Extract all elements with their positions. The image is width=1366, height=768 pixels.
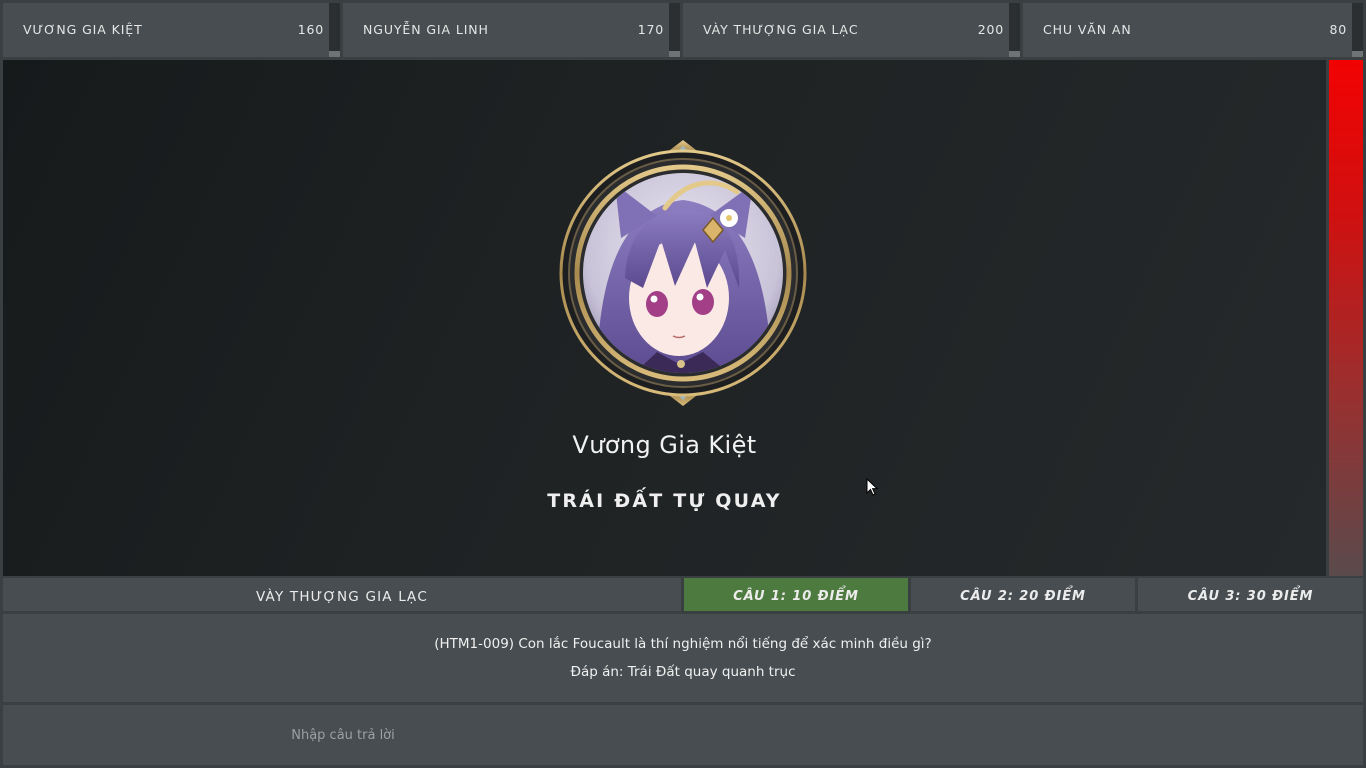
answer-key: Đáp án: Trái Đất quay quanh trục — [570, 664, 796, 680]
timer-fill — [1329, 60, 1363, 576]
timer-bar — [1329, 60, 1363, 576]
player-progress-fill — [1352, 51, 1363, 57]
player-score: 200 — [977, 22, 1004, 37]
answer-input-bar — [3, 705, 1363, 765]
question-tabs-row: VÀY THƯỢNG GIA LẠC CÂU 1: 10 ĐIỂM CÂU 2:… — [3, 578, 1363, 611]
tab-question-1[interactable]: CÂU 1: 10 ĐIỂM — [684, 578, 908, 611]
player-card: NGUYỄN GIA LINH 170 — [343, 3, 680, 57]
player-name: CHU VĂN AN — [1043, 22, 1132, 37]
stage-panel: Vương Gia Kiệt TRÁI ĐẤT TỰ QUAY — [3, 60, 1326, 576]
player-progress-fill — [669, 51, 680, 57]
question-panel: (HTM1-009) Con lắc Foucault là thí nghiệ… — [3, 614, 1363, 702]
scoreboard: VƯƠNG GIA KIỆT 160 NGUYỄN GIA LINH 170 V… — [0, 0, 1366, 60]
player-card: CHU VĂN AN 80 — [1023, 3, 1363, 57]
answer-input[interactable] — [3, 705, 683, 765]
current-team-label: VÀY THƯỢNG GIA LẠC — [3, 578, 681, 611]
player-score: 160 — [297, 22, 324, 37]
tab-question-2[interactable]: CÂU 2: 20 ĐIỂM — [911, 578, 1135, 611]
player-progress-fill — [329, 51, 340, 57]
question-text: (HTM1-009) Con lắc Foucault là thí nghiệ… — [434, 636, 932, 652]
player-progress-track — [669, 3, 680, 57]
submitted-answer: TRÁI ĐẤT TỰ QUAY — [547, 490, 782, 512]
player-name: VÀY THƯỢNG GIA LẠC — [703, 22, 859, 37]
contestant-portrait — [559, 140, 807, 406]
player-progress-track — [1009, 3, 1020, 57]
contestant-name: Vương Gia Kiệt — [572, 431, 757, 459]
player-card: VƯƠNG GIA KIỆT 160 — [3, 3, 340, 57]
player-card: VÀY THƯỢNG GIA LẠC 200 — [683, 3, 1020, 57]
player-name: VƯƠNG GIA KIỆT — [23, 22, 143, 37]
player-score: 80 — [1329, 22, 1347, 37]
player-progress-track — [1352, 3, 1363, 57]
player-name: NGUYỄN GIA LINH — [363, 22, 489, 37]
player-progress-fill — [1009, 51, 1020, 57]
player-score: 170 — [637, 22, 664, 37]
tab-question-3[interactable]: CÂU 3: 30 ĐIỂM — [1138, 578, 1363, 611]
mouse-cursor-icon — [866, 478, 878, 496]
player-progress-track — [329, 3, 340, 57]
